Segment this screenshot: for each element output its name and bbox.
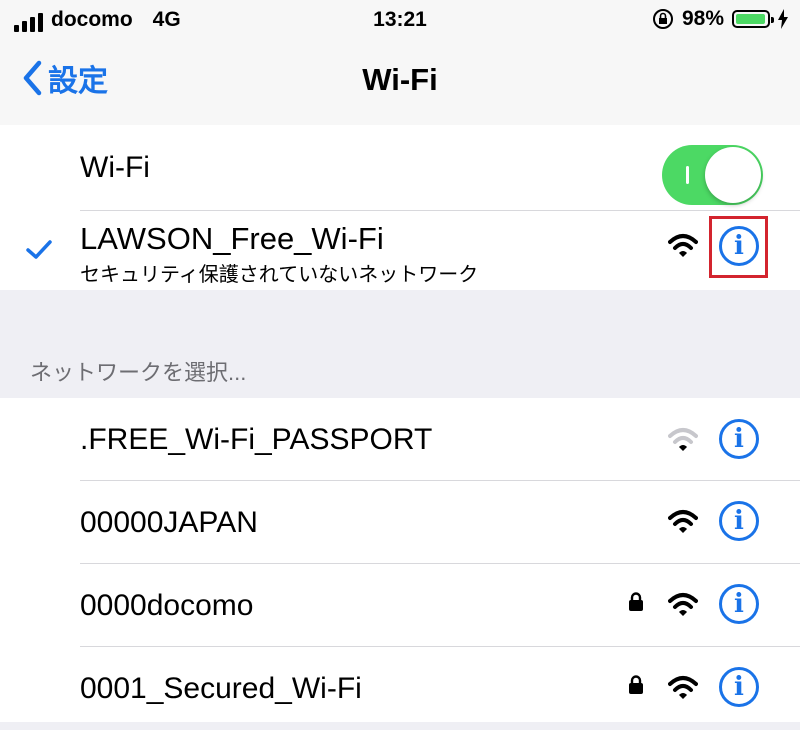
battery-icon [732, 10, 774, 28]
network-name: .FREE_Wi-Fi_PASSPORT [80, 423, 433, 456]
section-header: ネットワークを選択... [30, 360, 247, 385]
wifi-signal-weak-icon [668, 428, 698, 451]
wifi-signal-icon [668, 593, 698, 616]
wifi-section: Wi-Fi LAWSON_Free_Wi-Fi セキュリティ保護されていないネッ… [0, 125, 800, 290]
info-icon[interactable]: i [719, 501, 759, 541]
wifi-toggle-switch[interactable] [662, 145, 763, 205]
page-title: Wi-Fi [362, 62, 438, 97]
navigation-bar: 設定 Wi-Fi [0, 40, 800, 125]
wifi-signal-icon [668, 510, 698, 533]
info-icon[interactable]: i [719, 584, 759, 624]
checkmark-icon [26, 240, 52, 259]
charging-bolt-icon [778, 9, 788, 29]
status-bar: docomo 4G 13:21 98% [0, 0, 800, 40]
wifi-toggle-label: Wi-Fi [80, 151, 150, 184]
network-name: 00000JAPAN [80, 506, 258, 539]
battery-percent: 98% [681, 7, 724, 30]
info-icon[interactable]: i [719, 667, 759, 707]
info-icon[interactable]: i [719, 419, 759, 459]
status-right: 98% [652, 7, 788, 31]
network-name: 0000docomo [80, 589, 254, 622]
connected-network-name: LAWSON_Free_Wi-Fi [80, 221, 384, 256]
wifi-signal-icon [668, 676, 698, 699]
connected-network-subtitle: セキュリティ保護されていないネットワーク [80, 264, 479, 286]
wifi-signal-icon [668, 234, 698, 257]
lock-icon [629, 592, 643, 611]
lock-icon [629, 675, 643, 694]
highlight-box [709, 216, 768, 278]
wifi-toggle-row: Wi-Fi [0, 125, 800, 211]
toggle-knob [705, 147, 761, 203]
network-name: 0001_Secured_Wi-Fi [80, 672, 362, 705]
battery-fill [736, 14, 766, 24]
orientation-lock-icon [652, 9, 673, 29]
